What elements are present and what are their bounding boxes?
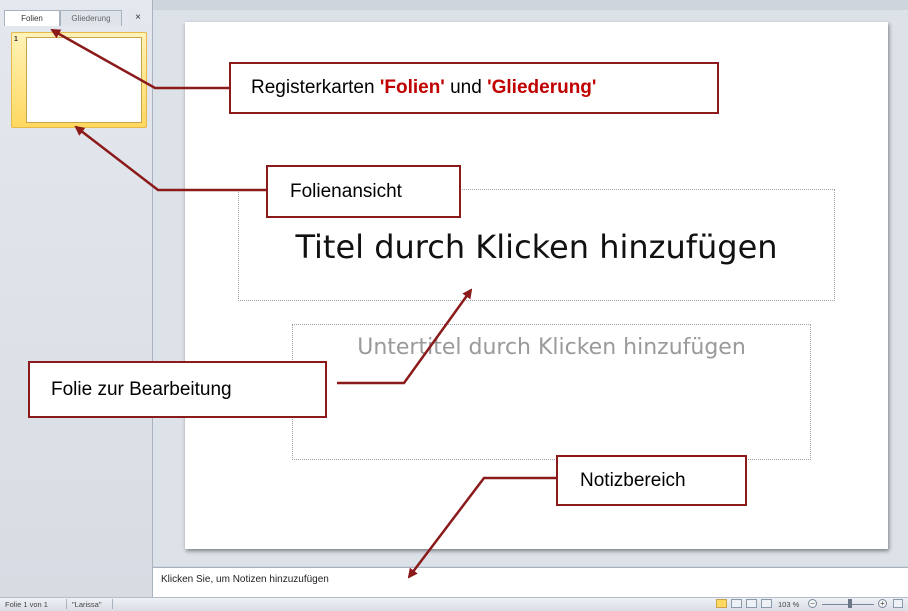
slide-number: 1 [14,36,18,43]
zoom-slider-thumb[interactable] [848,599,853,608]
status-separator [66,599,67,609]
callout-bearbeitung-text: Folie zur Bearbeitung [51,378,232,400]
close-icon[interactable]: × [128,10,148,26]
callout-tabs-prefix: Registerkarten [251,77,380,98]
callout-tabs-gliederung: 'Gliederung' [487,77,597,98]
slideshow-view-icon[interactable] [761,599,772,608]
zoom-level[interactable]: 103 % [778,600,799,609]
zoom-in-icon[interactable]: + [878,599,887,608]
callout-folienansicht: Folienansicht [266,165,461,218]
notes-pane[interactable]: Klicken Sie, um Notizen hinzuzufügen [153,567,908,598]
callout-bearbeitung: Folie zur Bearbeitung [28,361,327,418]
slide-thumbnail-1[interactable]: 1 [11,32,147,128]
normal-view-icon[interactable] [716,599,727,608]
callout-tabs: Registerkarten 'Folien' und 'Gliederung' [229,62,719,114]
notes-placeholder[interactable]: Klicken Sie, um Notizen hinzuzufügen [161,574,329,585]
callout-tabs-und: und [444,77,488,98]
slide-thumbnail-image [26,37,142,123]
subtitle-placeholder[interactable]: Untertitel durch Klicken hinzufügen [292,324,811,460]
slide-count-status: Folie 1 von 1 [5,600,48,609]
title-placeholder-text: Titel durch Klicken hinzufügen [295,228,778,266]
panel-tabs: Folien Gliederung × [0,10,152,26]
status-separator [112,599,113,609]
status-bar: Folie 1 von 1 "Larissa" 103 % − + [0,597,908,611]
tab-folien[interactable]: Folien [4,10,60,26]
callout-folienansicht-text: Folienansicht [290,180,402,202]
fit-to-window-icon[interactable] [893,599,903,608]
subtitle-placeholder-text: Untertitel durch Klicken hinzufügen [357,335,746,360]
slides-panel: Folien Gliederung × 1 [0,0,153,597]
callout-tabs-folien: 'Folien' [379,77,445,98]
tab-gliederung[interactable]: Gliederung [60,10,122,26]
theme-name-status: "Larissa" [72,600,102,609]
reading-view-icon[interactable] [746,599,757,608]
callout-notizbereich-text: Notizbereich [580,469,686,491]
zoom-out-icon[interactable]: − [808,599,817,608]
callout-notizbereich: Notizbereich [556,455,747,506]
slide-sorter-view-icon[interactable] [731,599,742,608]
